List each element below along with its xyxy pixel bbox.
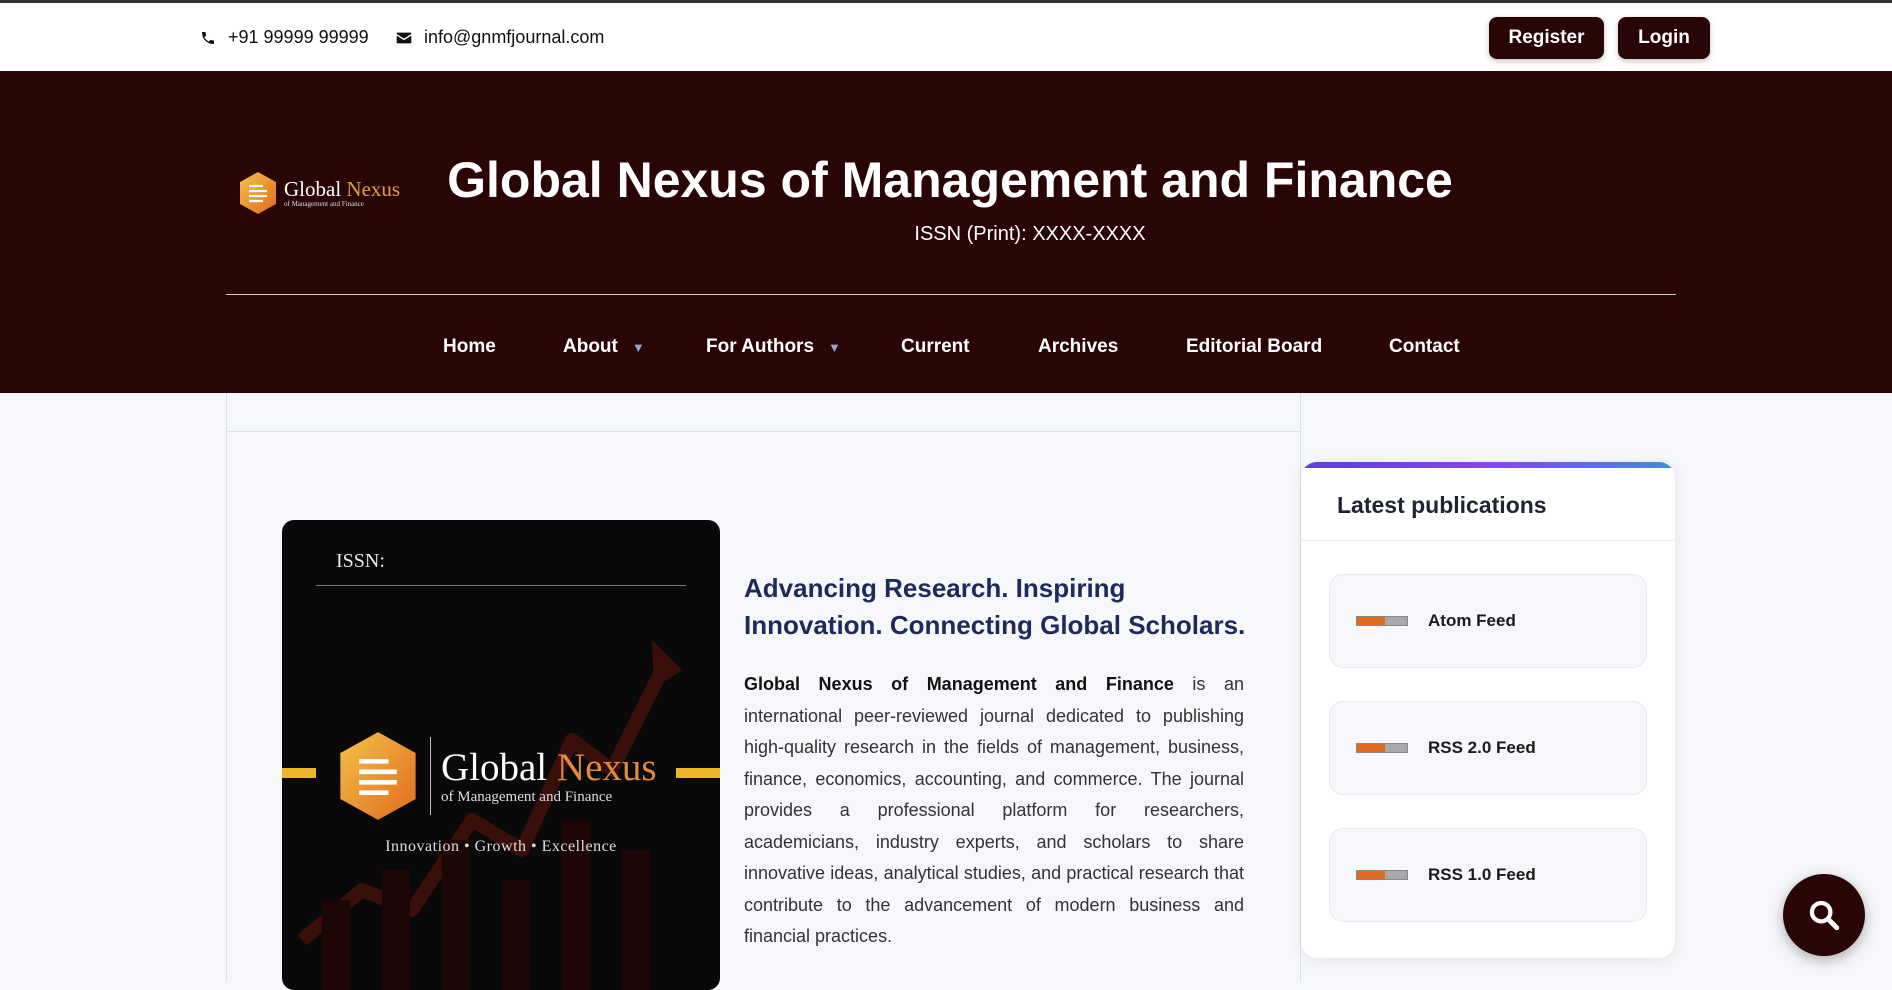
envelope-icon — [396, 32, 412, 43]
issn-print: ISSN (Print): XXXX-XXXX — [914, 223, 1146, 245]
nav-label: Contact — [1389, 336, 1460, 357]
feed-item-rss2[interactable]: RSS 2.0 Feed — [1329, 701, 1647, 795]
search-button[interactable] — [1783, 874, 1865, 956]
email-address: info@gnmfjournal.com — [424, 27, 605, 47]
sidebar-divider — [1301, 540, 1675, 541]
register-button[interactable]: Register — [1489, 17, 1604, 59]
nav-item-home[interactable]: Home — [443, 336, 496, 358]
journal-intro-paragraph: Global Nexus of Management and Finance i… — [744, 669, 1244, 953]
phone-icon — [202, 31, 214, 44]
rss-feed-badge-icon — [1356, 743, 1408, 753]
email-contact[interactable]: info@gnmfjournal.com — [396, 27, 604, 48]
feed-label: RSS 2.0 Feed — [1428, 738, 1536, 757]
nav-label: Current — [901, 336, 970, 357]
hexagon-logo-icon — [240, 172, 276, 214]
cover-logo-separator — [430, 737, 431, 815]
phone-contact[interactable]: +91 99999 99999 — [200, 27, 369, 48]
cover-tagline: Innovation • Growth • Excellence — [385, 838, 617, 855]
latest-publications-sidebar: Latest publications Atom Feed RSS 2.0 Fe… — [1301, 462, 1675, 958]
nav-item-current[interactable]: Current — [901, 336, 970, 358]
cover-word-global: Global — [441, 745, 557, 789]
top-bar: +91 99999 99999 info@gnmfjournal.com Reg… — [0, 0, 1892, 71]
nav-label: Editorial Board — [1186, 336, 1323, 357]
sidebar-title: Latest publications — [1337, 492, 1547, 518]
intro-journal-name: Global Nexus of Management and Finance — [744, 674, 1174, 694]
atom-feed-badge-icon — [1356, 616, 1408, 626]
feed-label: RSS 1.0 Feed — [1428, 865, 1536, 884]
nav-label: For Authors — [706, 336, 815, 357]
nav-label: Home — [443, 336, 496, 357]
site-logo[interactable]: Global Nexus of Management and Finance — [238, 171, 400, 215]
nav-item-about[interactable]: About ▼ — [563, 336, 645, 358]
cover-logo: Global Nexus of Management and Finance — [336, 730, 657, 822]
cover-gold-band-left — [282, 768, 316, 778]
nav-label: Archives — [1038, 336, 1119, 357]
nav-item-contact[interactable]: Contact — [1389, 336, 1460, 358]
dropdown-caret-icon: ▼ — [828, 339, 841, 355]
cover-divider — [316, 585, 686, 586]
cover-wordmark: Global Nexus of Management and Finance — [441, 745, 657, 806]
rss-feed-badge-icon — [1356, 870, 1408, 880]
nav-item-editorial-board[interactable]: Editorial Board — [1186, 336, 1322, 358]
content-divider — [227, 431, 1300, 432]
cover-issn-label: ISSN: — [336, 550, 385, 572]
login-button[interactable]: Login — [1618, 17, 1710, 59]
cover-word-nexus: Nexus — [556, 745, 657, 789]
dropdown-caret-icon: ▼ — [631, 339, 645, 355]
feed-item-atom[interactable]: Atom Feed — [1329, 574, 1647, 668]
intro-text: is an international peer-reviewed journa… — [744, 674, 1244, 946]
journal-cover-image: ISSN: Global Nexus of Management and Fin… — [282, 520, 720, 990]
header-divider — [226, 294, 1676, 295]
hero-headline: Advancing Research. Inspiring Innovation… — [744, 573, 1246, 640]
logo-word-global: Global — [284, 177, 347, 201]
cover-gold-band-right — [676, 768, 720, 778]
nav-label: About — [563, 336, 618, 357]
site-header: Global Nexus of Management and Finance G… — [0, 71, 1892, 393]
feed-label: Atom Feed — [1428, 611, 1516, 630]
sidebar-gradient-bar — [1301, 462, 1675, 468]
cover-subtitle: of Management and Finance — [441, 788, 613, 805]
nav-item-for-authors[interactable]: For Authors ▼ — [706, 336, 841, 358]
phone-number: +91 99999 99999 — [228, 27, 369, 47]
nav-item-archives[interactable]: Archives — [1038, 336, 1118, 358]
hexagon-logo-icon — [340, 732, 416, 820]
search-icon — [1809, 900, 1840, 931]
main-nav: Home About ▼ For Authors ▼ Current Archi… — [0, 336, 1892, 366]
site-title[interactable]: Global Nexus of Management and Finance — [380, 151, 1520, 209]
feed-item-rss1[interactable]: RSS 1.0 Feed — [1329, 828, 1647, 922]
